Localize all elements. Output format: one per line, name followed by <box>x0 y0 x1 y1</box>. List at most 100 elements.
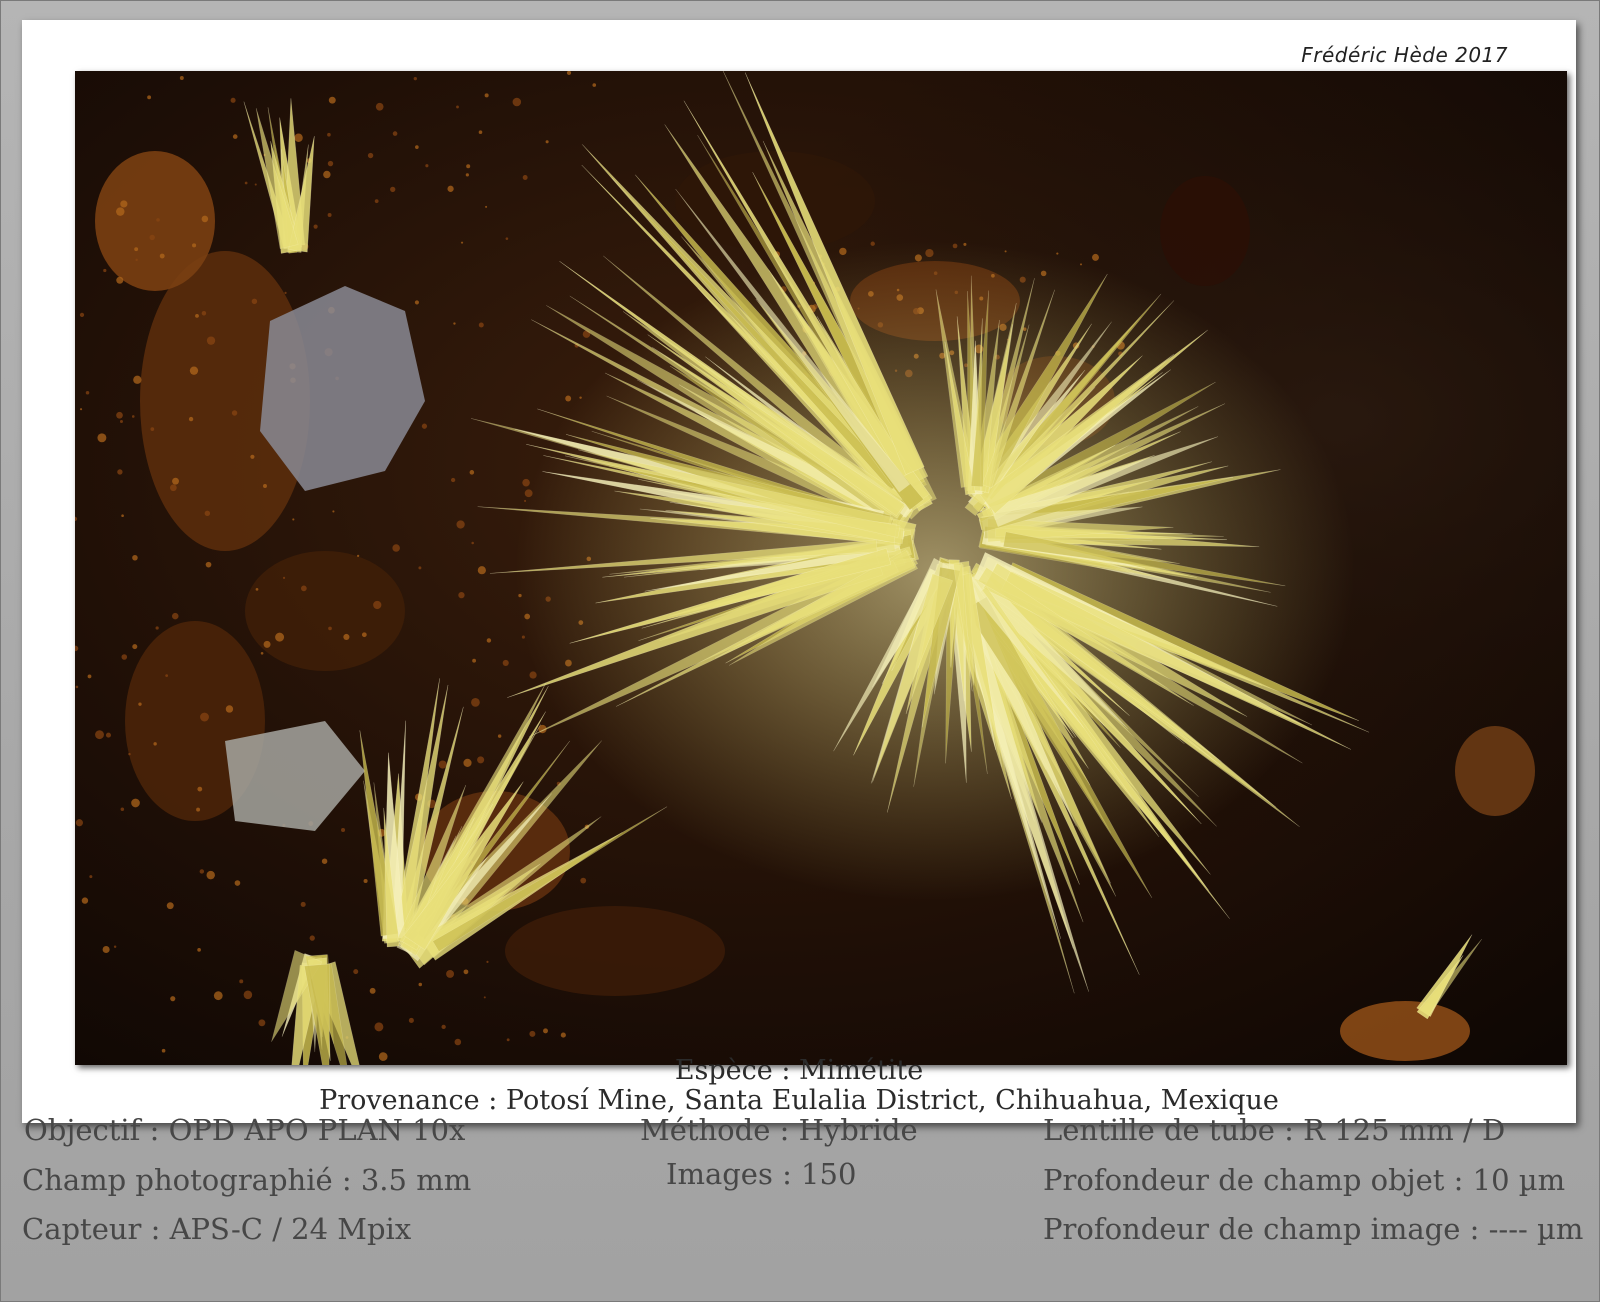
matrix-speck <box>466 164 471 169</box>
matrix-speck <box>116 207 125 216</box>
matrix-speck <box>408 1017 414 1023</box>
matrix-speck <box>196 807 201 812</box>
matrix-speck <box>463 969 469 975</box>
matrix-speck <box>465 173 469 177</box>
matrix-speck <box>356 554 360 558</box>
matrix-speck <box>392 131 398 136</box>
matrix-speck <box>458 591 465 599</box>
matrix-speck <box>251 298 258 305</box>
matrix-speck <box>199 869 205 874</box>
matrix-speck <box>103 268 107 273</box>
matrix-speck <box>116 411 123 419</box>
matrix-blob <box>1160 176 1250 286</box>
matrix-speck <box>225 705 234 713</box>
sensor-spec: Capteur : APS-C / 24 Mpix <box>22 1212 412 1246</box>
matrix-speck <box>472 658 477 663</box>
matrix-speck <box>255 587 259 591</box>
matrix-speck <box>522 175 528 180</box>
matrix-speck <box>418 982 423 987</box>
matrix-speck <box>456 520 465 529</box>
matrix-speck <box>469 470 475 475</box>
matrix-speck <box>363 878 368 884</box>
matrix-speck <box>463 758 472 767</box>
matrix-speck <box>132 644 138 650</box>
matrix-speck <box>254 183 257 186</box>
matrix-speck <box>149 234 155 241</box>
object-depth-spec: Profondeur de champ objet : 10 µm <box>1043 1163 1566 1197</box>
matrix-speck <box>135 258 138 262</box>
matrix-speck <box>421 423 428 429</box>
matrix-speck <box>505 237 509 240</box>
matrix-speck <box>113 945 117 949</box>
mineral-photo <box>75 71 1567 1065</box>
matrix-speck <box>161 1048 166 1053</box>
matrix-speck <box>105 732 111 738</box>
matrix-speck <box>131 415 135 418</box>
matrix-speck <box>97 433 107 443</box>
matrix-speck <box>413 77 417 81</box>
matrix-speck <box>95 730 104 740</box>
matrix-speck <box>197 786 203 792</box>
matrix-speck <box>195 313 199 318</box>
matrix-speck <box>374 199 379 204</box>
matrix-speck <box>250 454 255 459</box>
photo-mat: Frédéric Hède 2017 <box>22 20 1576 1123</box>
matrix-speck <box>460 241 464 244</box>
matrix-speck <box>206 336 216 345</box>
matrix-speck <box>485 205 488 208</box>
matrix-speck <box>204 510 211 517</box>
matrix-speck <box>390 186 396 193</box>
matrix-speck <box>327 213 332 217</box>
matrix-speck <box>192 243 197 248</box>
matrix-speck <box>374 1022 384 1032</box>
matrix-speck <box>284 291 287 294</box>
matrix-speck <box>150 427 155 431</box>
matrix-speck <box>506 1038 510 1042</box>
matrix-speck <box>529 1030 536 1037</box>
matrix-speck <box>486 638 492 643</box>
matrix-speck <box>189 366 199 375</box>
matrix-speck <box>328 626 332 631</box>
matrix-speck <box>206 870 215 880</box>
matrix-speck <box>87 674 92 679</box>
matrix-speck <box>282 576 286 579</box>
matrix-speck <box>441 1024 446 1030</box>
matrix-speck <box>201 311 207 316</box>
matrix-speck <box>1056 252 1059 255</box>
matrix-speck <box>341 827 346 833</box>
matrix-blob <box>1340 1001 1470 1061</box>
matrix-speck <box>197 947 201 952</box>
matrix-speck <box>327 160 334 167</box>
matrix-speck <box>166 902 174 910</box>
matrix-speck <box>172 612 179 620</box>
matrix-speck <box>260 651 264 655</box>
matrix-speck <box>369 987 376 994</box>
matrix-speck <box>134 247 139 252</box>
matrix-speck <box>592 83 597 87</box>
matrix-speck <box>425 164 429 168</box>
matrix-speck <box>159 253 165 259</box>
images-spec: Images : 150 <box>666 1157 857 1191</box>
image-depth-spec: Profondeur de champ image : ---- µm <box>1043 1212 1584 1246</box>
matrix-speck <box>232 134 238 139</box>
matrix-speck <box>155 626 159 630</box>
matrix-speck <box>502 659 509 666</box>
matrix-speck <box>263 483 267 488</box>
matrix-speck <box>79 312 85 318</box>
matrix-speck <box>497 734 502 738</box>
matrix-speck <box>484 93 489 98</box>
matrix-speck <box>239 979 244 984</box>
matrix-speck <box>453 322 456 325</box>
matrix-speck <box>213 991 223 1001</box>
matrix-speck <box>327 132 331 137</box>
matrix-speck <box>75 685 79 689</box>
matrix-speck <box>131 798 140 808</box>
matrix-speck <box>138 702 142 706</box>
matrix-speck <box>477 756 485 764</box>
matrix-speck <box>332 510 335 513</box>
matrix-speck <box>392 544 400 552</box>
matrix-speck <box>234 880 241 886</box>
matrix-speck <box>450 477 456 483</box>
matrix-speck <box>258 1019 266 1027</box>
matrix-speck <box>367 152 374 159</box>
